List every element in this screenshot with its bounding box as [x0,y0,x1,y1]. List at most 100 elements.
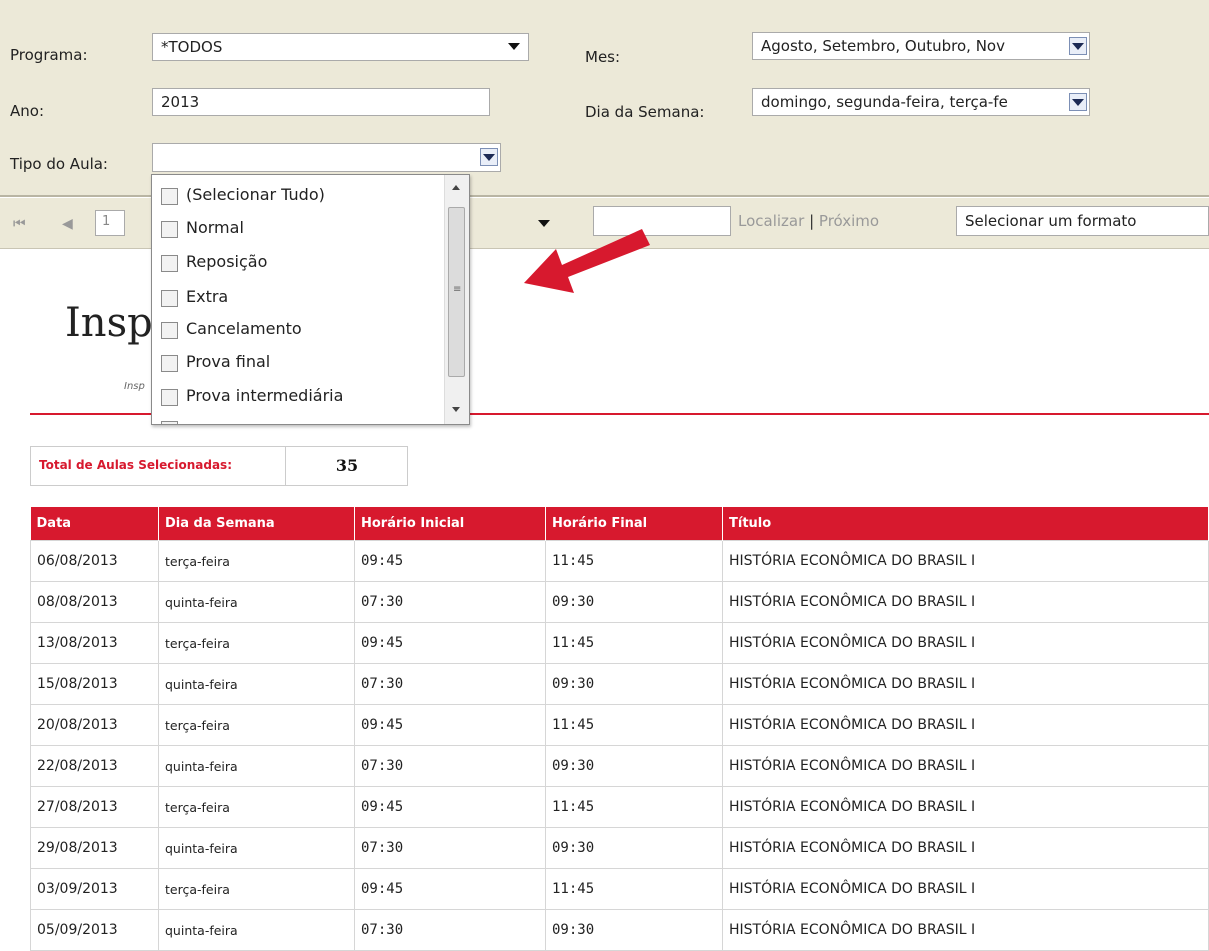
page-number-value: 1 [102,214,111,229]
mes-label: Mes: [585,48,621,66]
cell-title: HISTÓRIA ECONÔMICA DO BRASIL I [722,663,1209,705]
table-row: 13/08/2013 terça-feira 09:45 11:45 HISTÓ… [30,622,1209,664]
cell-end: 09:30 [545,909,723,951]
table-row: 06/08/2013 terça-feira 09:45 11:45 HISTÓ… [30,540,1209,582]
mes-value: Agosto, Setembro, Outubro, Nov [761,37,1005,55]
cell-weekday: terça-feira [158,786,355,828]
checkbox[interactable] [161,188,178,205]
cell-title: HISTÓRIA ECONÔMICA DO BRASIL I [722,909,1209,951]
cell-title: HISTÓRIA ECONÔMICA DO BRASIL I [722,622,1209,664]
next-link[interactable]: Próximo [819,212,879,230]
cell-date: 05/09/2013 [30,909,159,951]
table-row: 29/08/2013 quinta-feira 07:30 09:30 HIST… [30,827,1209,869]
cell-end: 11:45 [545,704,723,746]
tipo-aula-label: Tipo do Aula: [10,155,108,173]
cell-start: 09:45 [354,786,546,828]
cell-start: 07:30 [354,581,546,623]
cell-date: 13/08/2013 [30,622,159,664]
cell-end: 11:45 [545,622,723,664]
dia-semana-select[interactable]: domingo, segunda-feira, terça-fe [752,88,1090,116]
cell-title: HISTÓRIA ECONÔMICA DO BRASIL I [722,745,1209,787]
checkbox[interactable] [161,389,178,406]
table-row: 15/08/2013 quinta-feira 07:30 09:30 HIST… [30,663,1209,705]
cell-start: 07:30 [354,827,546,869]
cell-end: 09:30 [545,663,723,705]
dropdown-arrow-icon[interactable] [480,148,498,166]
cell-start: 09:45 [354,540,546,582]
cell-weekday: quinta-feira [158,909,355,951]
annotation-arrow-icon [524,229,650,293]
checkbox[interactable] [161,421,178,424]
report-logo: Insp [65,300,153,346]
cell-date: 03/09/2013 [30,868,159,910]
export-format-select[interactable]: Selecionar um formato [956,206,1209,236]
table-row: 05/09/2013 quinta-feira 07:30 09:30 HIST… [30,909,1209,951]
checkbox[interactable] [161,290,178,307]
cell-start: 09:45 [354,704,546,746]
separator: | [809,212,815,230]
scroll-up-icon[interactable] [452,185,460,190]
scrollbar-thumb[interactable]: ≡ [448,207,465,377]
report-logo-subtext: Insp [124,381,145,392]
table-row: 20/08/2013 terça-feira 09:45 11:45 HISTÓ… [30,704,1209,746]
cell-end: 09:30 [545,745,723,787]
cell-end: 09:30 [545,827,723,869]
option-label: Normal [186,218,244,237]
cell-date: 27/08/2013 [30,786,159,828]
table-row: 08/08/2013 quinta-feira 07:30 09:30 HIST… [30,581,1209,623]
checkbox[interactable] [161,355,178,372]
dropdown-arrow-icon[interactable] [1069,93,1087,111]
cell-end: 11:45 [545,868,723,910]
scroll-down-icon[interactable] [452,407,460,412]
tipo-aula-select[interactable] [152,143,501,172]
cell-weekday: quinta-feira [158,581,355,623]
cell-date: 08/08/2013 [30,581,159,623]
option-label: Prova final [186,352,271,371]
chevron-down-icon [508,43,520,50]
checkbox[interactable] [161,221,178,238]
table-header-row: Data Dia da Semana Horário Inicial Horár… [30,507,1209,541]
page-number-input[interactable]: 1 [95,210,125,236]
cell-title: HISTÓRIA ECONÔMICA DO BRASIL I [722,581,1209,623]
col-titulo: Título [722,507,1209,541]
cell-weekday: quinta-feira [158,663,355,705]
col-dia-semana: Dia da Semana [158,507,355,541]
grip-icon: ≡ [453,284,462,295]
first-page-icon[interactable]: ⏮ [13,216,26,232]
cell-end: 11:45 [545,540,723,582]
option-label: Prova intermediária [186,386,344,405]
total-label: Total de Aulas Selecionadas: [39,458,233,472]
option-label: Reposição [186,252,268,271]
cell-end: 09:30 [545,581,723,623]
ano-label: Ano: [10,102,44,120]
checkbox[interactable] [161,255,178,272]
cell-title: HISTÓRIA ECONÔMICA DO BRASIL I [722,827,1209,869]
table-row: 27/08/2013 terça-feira 09:45 11:45 HISTÓ… [30,786,1209,828]
cell-weekday: terça-feira [158,622,355,664]
cell-date: 15/08/2013 [30,663,159,705]
prev-page-icon[interactable]: ◀ [62,216,73,232]
ano-input[interactable]: 2013 [152,88,490,116]
dropdown-scrollbar[interactable]: ≡ [444,175,469,424]
total-summary: Total de Aulas Selecionadas: 35 [30,446,408,486]
programa-value: *TODOS [161,38,223,56]
col-horario-inicial: Horário Inicial [354,507,546,541]
option-label: Cancelamento [186,319,302,338]
dropdown-arrow-icon[interactable] [1069,37,1087,55]
cell-date: 06/08/2013 [30,540,159,582]
cell-date: 22/08/2013 [30,745,159,787]
tipo-aula-dropdown-panel[interactable]: (Selecionar Tudo) Normal Reposição Extra… [151,174,470,425]
cell-weekday: terça-feira [158,868,355,910]
col-data: Data [30,507,159,541]
checkbox[interactable] [161,322,178,339]
find-link[interactable]: Localizar [738,212,804,230]
cell-start: 09:45 [354,868,546,910]
cell-start: 07:30 [354,663,546,705]
cell-weekday: quinta-feira [158,827,355,869]
classes-table: Data Dia da Semana Horário Inicial Horár… [30,507,1209,951]
programa-select[interactable]: *TODOS [152,33,529,61]
option-label: Extra [186,287,229,306]
cell-date: 29/08/2013 [30,827,159,869]
mes-select[interactable]: Agosto, Setembro, Outubro, Nov [752,32,1090,60]
cell-weekday: terça-feira [158,540,355,582]
